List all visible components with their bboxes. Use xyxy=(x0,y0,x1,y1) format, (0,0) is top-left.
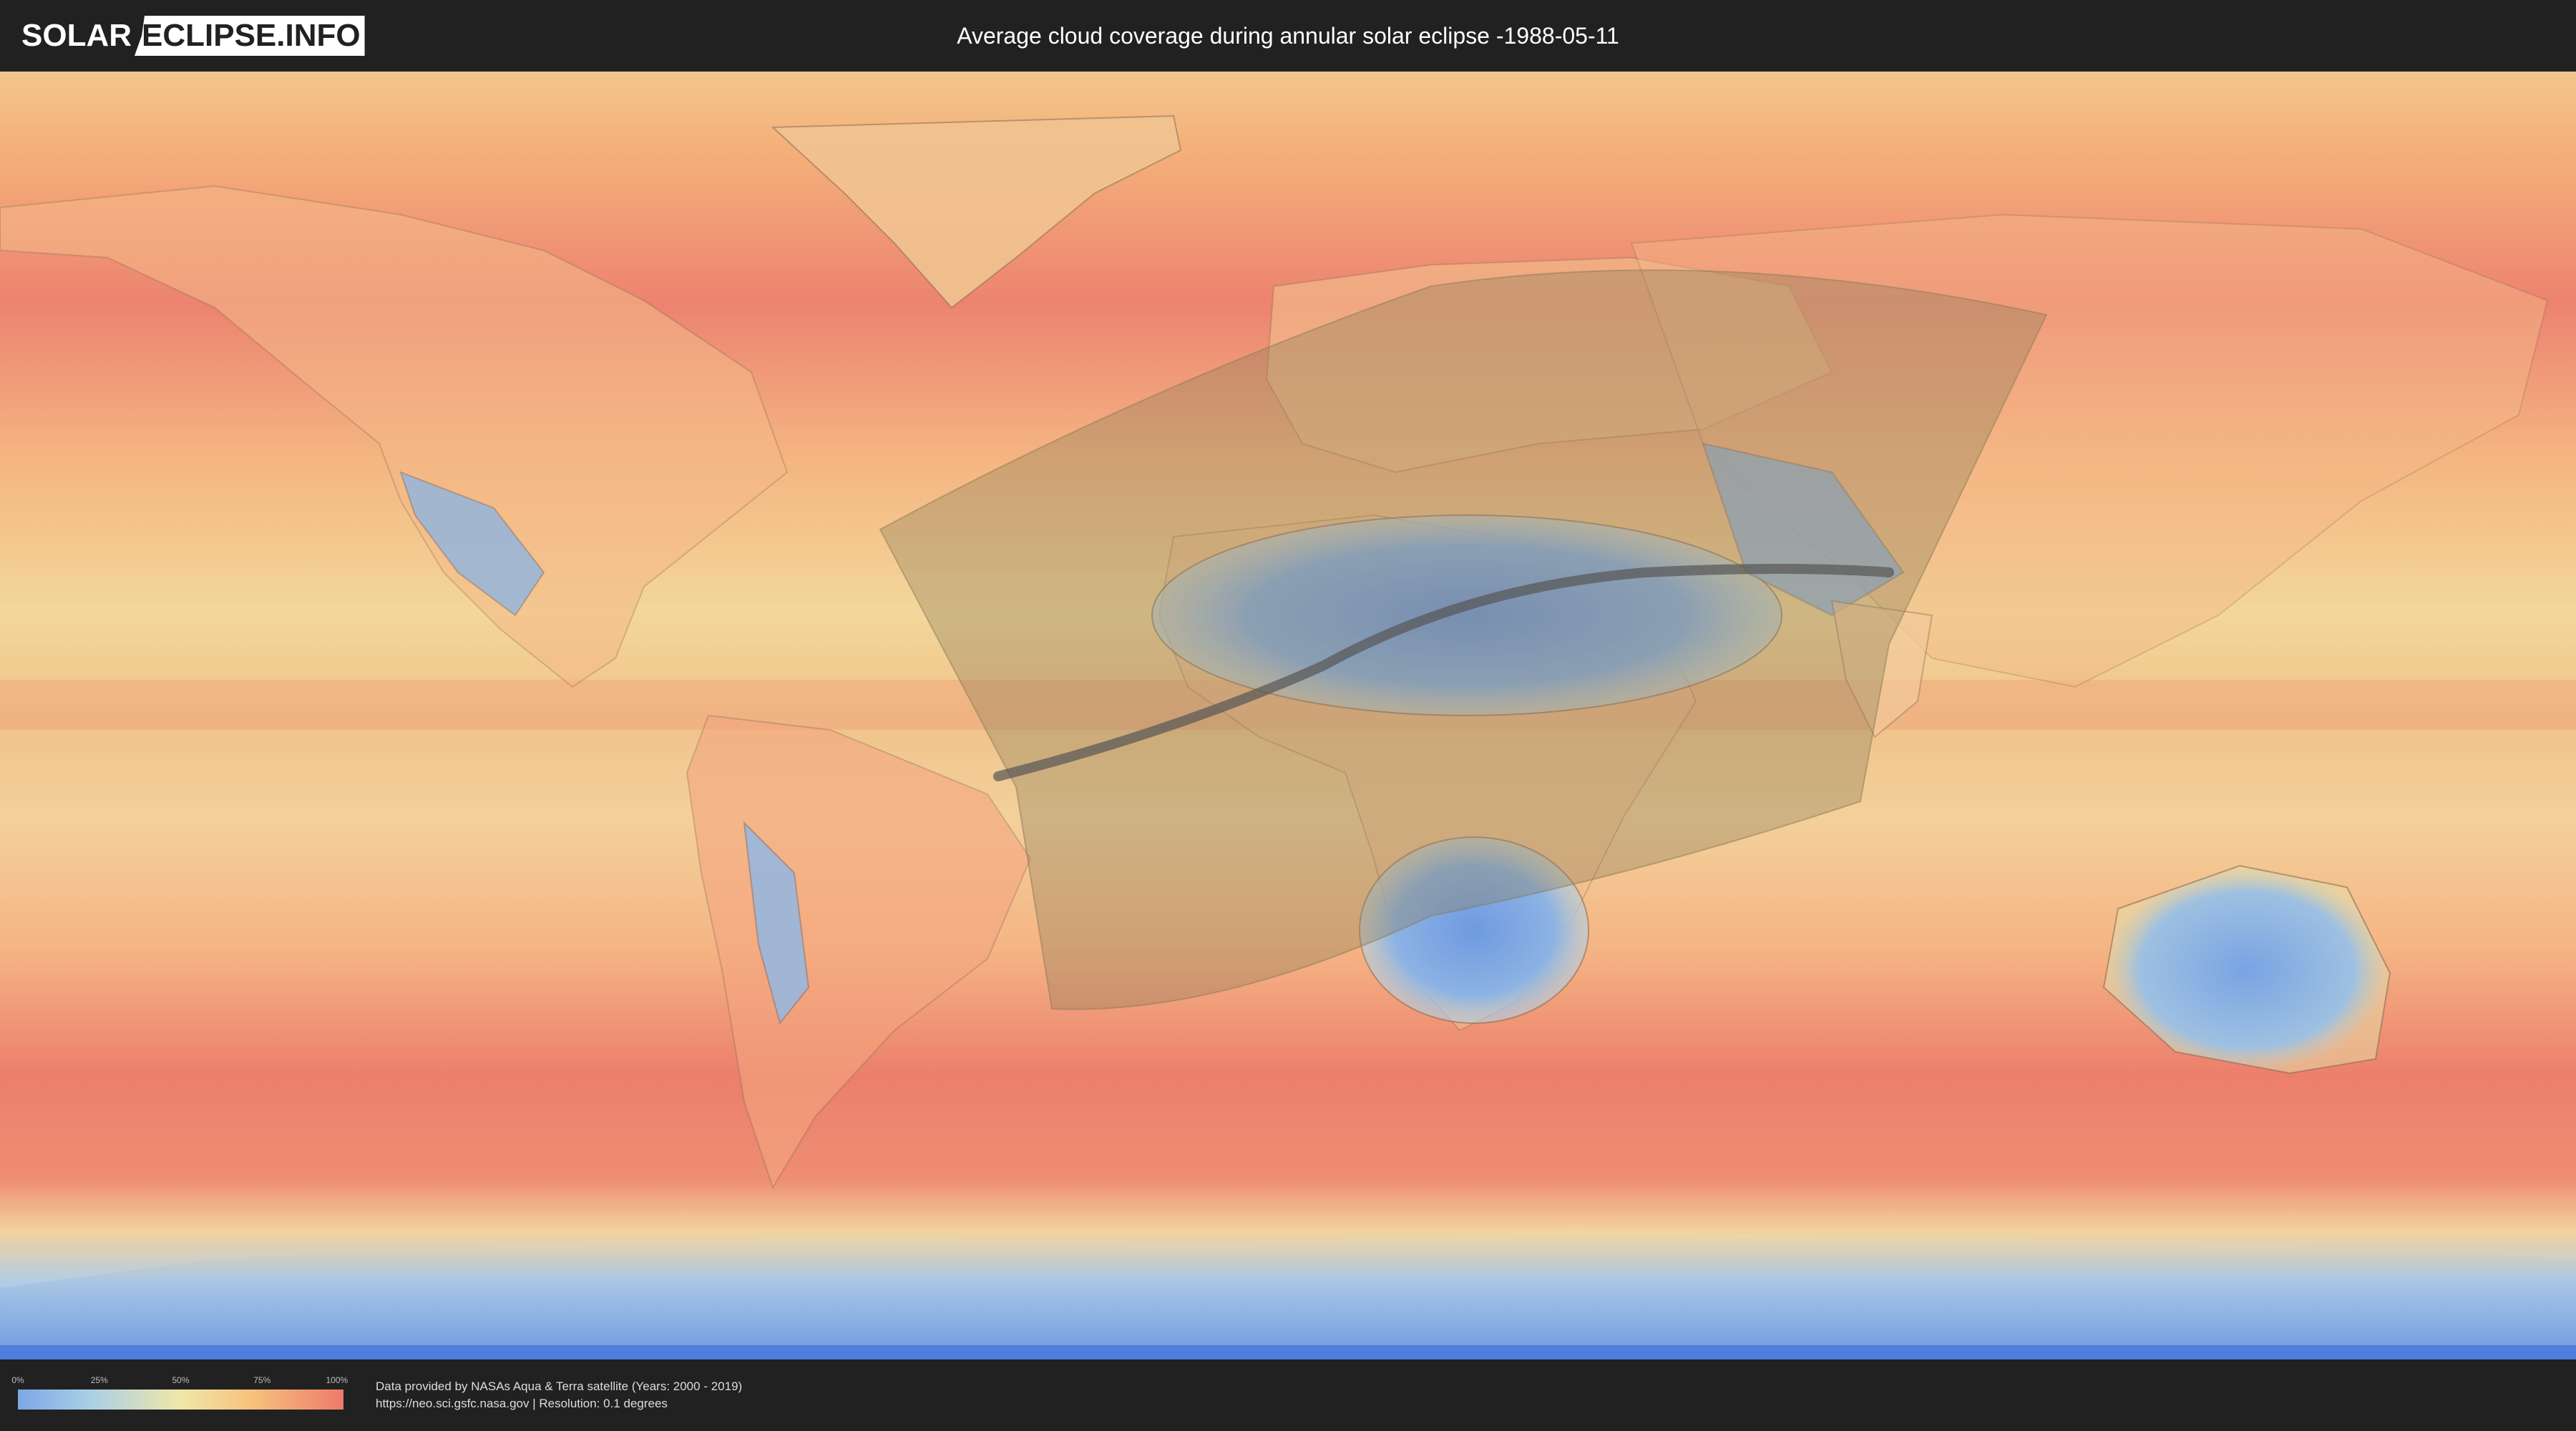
page: SOLAR ECLIPSE.INFO Average cloud coverag… xyxy=(0,0,2576,1431)
cloud-coverage-legend: 0% 25% 50% 75% 100% xyxy=(11,1375,348,1415)
page-title: Average cloud coverage during annular so… xyxy=(957,23,1619,49)
credits-line-2[interactable]: https://neo.sci.gsfc.nasa.gov | Resoluti… xyxy=(376,1395,742,1412)
data-credits: Data provided by NASAs Aqua & Terra sate… xyxy=(376,1378,742,1412)
legend-labels: 0% 25% 50% 75% 100% xyxy=(11,1375,348,1388)
legend-tick-25: 25% xyxy=(90,1375,108,1385)
cloud-coverage-map[interactable] xyxy=(0,72,2576,1359)
legend-tick-0: 0% xyxy=(11,1375,24,1385)
legend-color-bar xyxy=(18,1390,343,1410)
header-bar: SOLAR ECLIPSE.INFO Average cloud coverag… xyxy=(0,0,2576,72)
legend-tick-75: 75% xyxy=(253,1375,271,1385)
legend-tick-50: 50% xyxy=(172,1375,190,1385)
legend-tick-100: 100% xyxy=(326,1375,348,1385)
credits-line-1: Data provided by NASAs Aqua & Terra sate… xyxy=(376,1379,743,1393)
map-bottom-edge xyxy=(0,1345,2576,1359)
footer-bar: 0% 25% 50% 75% 100% Data provided by NAS… xyxy=(0,1359,2576,1431)
